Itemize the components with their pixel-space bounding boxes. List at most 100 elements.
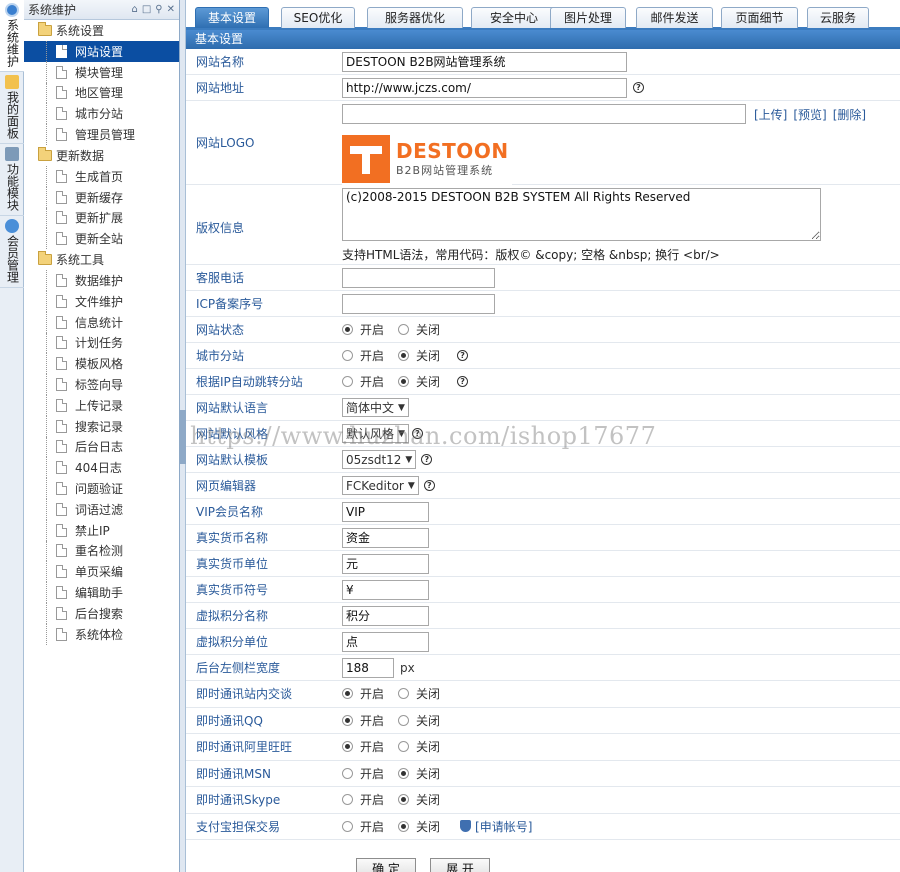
tree-item[interactable]: 问题验证	[24, 478, 179, 499]
tab-image[interactable]: 图片处理	[550, 7, 626, 28]
trade-radio-off[interactable]: 关闭	[398, 818, 440, 835]
city-radio-on[interactable]: 开启	[342, 347, 384, 364]
home-small-icon[interactable]: ⌂	[131, 4, 137, 15]
radio-dot[interactable]	[398, 688, 410, 700]
logo-input[interactable]	[342, 104, 746, 124]
im_web-radio-on[interactable]: 开启	[342, 685, 384, 702]
tree-item[interactable]: 词语过滤	[24, 498, 179, 520]
template-select[interactable]: 05zsdt12 ▼	[342, 450, 417, 469]
credit-name-input[interactable]	[342, 605, 429, 626]
radio-dot[interactable]	[342, 324, 353, 335]
radio-dot[interactable]	[342, 820, 353, 832]
trade-radio-on[interactable]: 开启	[342, 818, 384, 835]
vtab-module[interactable]: 功能模块	[0, 144, 24, 216]
tree-item[interactable]: 404日志	[24, 457, 179, 478]
radio-dot[interactable]	[342, 350, 353, 361]
city-radio-off[interactable]: 关闭	[398, 347, 440, 364]
tree-item[interactable]: 重名检测	[24, 540, 179, 562]
tree-item[interactable]: 后台搜索	[24, 602, 179, 624]
style-select[interactable]: 默认风格 ▼	[342, 424, 409, 443]
im_ali-radio-on[interactable]: 开启	[342, 738, 384, 755]
tree-item[interactable]: 上传记录	[24, 394, 179, 416]
lang-select[interactable]: 简体中文 ▼	[342, 398, 409, 417]
radio-dot[interactable]	[398, 350, 410, 361]
radio-dot[interactable]	[342, 794, 353, 806]
tree-item[interactable]: 单页采编	[24, 561, 179, 582]
radio-dot[interactable]	[398, 714, 410, 726]
vip-input[interactable]	[342, 501, 429, 522]
tree-item[interactable]: 更新缓存	[24, 186, 179, 208]
site-name-input[interactable]	[342, 51, 627, 72]
im_skype-radio-on[interactable]: 开启	[342, 791, 384, 808]
radio-dot[interactable]	[398, 741, 410, 753]
tree-item[interactable]: 标签向导	[24, 374, 179, 395]
logo-upload-link[interactable]: [上传]	[754, 106, 787, 123]
radio-dot[interactable]	[398, 376, 410, 387]
radio-dot[interactable]	[342, 767, 353, 779]
logo-delete-link[interactable]: [删除]	[833, 106, 866, 123]
tree-item[interactable]: 管理员管理	[24, 124, 179, 145]
tree-item[interactable]: 地区管理	[24, 82, 179, 104]
tab-basic[interactable]: 基本设置	[195, 7, 269, 28]
help-icon[interactable]: ?	[633, 82, 644, 93]
tree-item[interactable]: 编辑助手	[24, 582, 179, 603]
logo-preview-link[interactable]: [预览]	[793, 106, 826, 123]
tree-item[interactable]: 后台日志	[24, 436, 179, 458]
tree-item[interactable]: 文件维护	[24, 290, 179, 312]
radio-dot[interactable]	[342, 714, 353, 726]
status-radio-on[interactable]: 开启	[342, 321, 384, 338]
tree-item[interactable]: 网站设置	[24, 41, 179, 62]
credit-unit-input[interactable]	[342, 631, 429, 652]
vtab-panel[interactable]: 我的面板	[0, 72, 24, 144]
tab-server[interactable]: 服务器优化	[367, 7, 463, 28]
tree-item[interactable]: 更新扩展	[24, 207, 179, 229]
im_ali-radio-off[interactable]: 关闭	[398, 738, 440, 755]
vtab-member[interactable]: 会员管理	[0, 216, 24, 288]
im_msn-radio-off[interactable]: 关闭	[398, 765, 440, 782]
help-icon[interactable]: ?	[423, 480, 435, 491]
vtab-system[interactable]: 系统维护	[0, 0, 25, 72]
tab-page-detail[interactable]: 页面细节	[721, 7, 798, 28]
money-sign-input[interactable]	[342, 579, 429, 600]
search-icon[interactable]: ⚲	[155, 4, 162, 15]
status-radio-off[interactable]: 关闭	[398, 321, 440, 338]
tree-item[interactable]: 搜索记录	[24, 415, 179, 437]
radio-dot[interactable]	[342, 741, 353, 753]
tel-input[interactable]	[342, 267, 495, 288]
close-icon[interactable]: ✕	[167, 4, 175, 15]
radio-dot[interactable]	[342, 376, 353, 387]
im_skype-radio-off[interactable]: 关闭	[398, 791, 440, 808]
apply-account-link[interactable]: [申请帐号]	[475, 818, 532, 835]
tree-item[interactable]: 信息统计	[24, 311, 179, 333]
tab-security[interactable]: 安全中心	[471, 7, 557, 28]
im_qq-radio-off[interactable]: 关闭	[398, 712, 440, 729]
radio-dot[interactable]	[398, 767, 410, 779]
editor-select[interactable]: FCKeditor ▼	[342, 476, 419, 495]
expand-button[interactable]: 展 开	[430, 858, 490, 872]
sidebar-width-input[interactable]	[342, 657, 394, 678]
tree-item[interactable]: 生成首页	[24, 165, 179, 187]
tree-item[interactable]: 城市分站	[24, 103, 179, 124]
help-icon[interactable]: ?	[457, 376, 469, 387]
tree-group[interactable]: 系统设置	[24, 20, 179, 41]
money-name-input[interactable]	[342, 527, 429, 548]
icp-input[interactable]	[342, 293, 495, 314]
tree-item[interactable]: 计划任务	[24, 332, 179, 354]
help-icon[interactable]: ?	[411, 428, 423, 439]
help-icon[interactable]: ?	[421, 454, 433, 465]
tree-item[interactable]: 模板风格	[24, 353, 179, 374]
tab-seo[interactable]: SEO优化	[281, 7, 355, 28]
tab-mail[interactable]: 邮件发送	[636, 7, 713, 28]
pin-icon[interactable]: □	[142, 4, 151, 15]
tree-item[interactable]: 更新全站	[24, 228, 179, 249]
submit-button[interactable]: 确 定	[356, 858, 416, 872]
site-url-input[interactable]	[342, 77, 627, 98]
tree-item[interactable]: 禁止IP	[24, 519, 179, 541]
im_msn-radio-on[interactable]: 开启	[342, 765, 384, 782]
copyright-textarea[interactable]: (c)2008-2015 DESTOON B2B SYSTEM All Righ…	[342, 188, 821, 241]
radio-dot[interactable]	[398, 794, 410, 806]
money-unit-input[interactable]	[342, 553, 429, 574]
tab-cloud[interactable]: 云服务	[807, 7, 869, 28]
radio-dot[interactable]	[342, 688, 353, 700]
tree-item[interactable]: 数据维护	[24, 270, 179, 291]
